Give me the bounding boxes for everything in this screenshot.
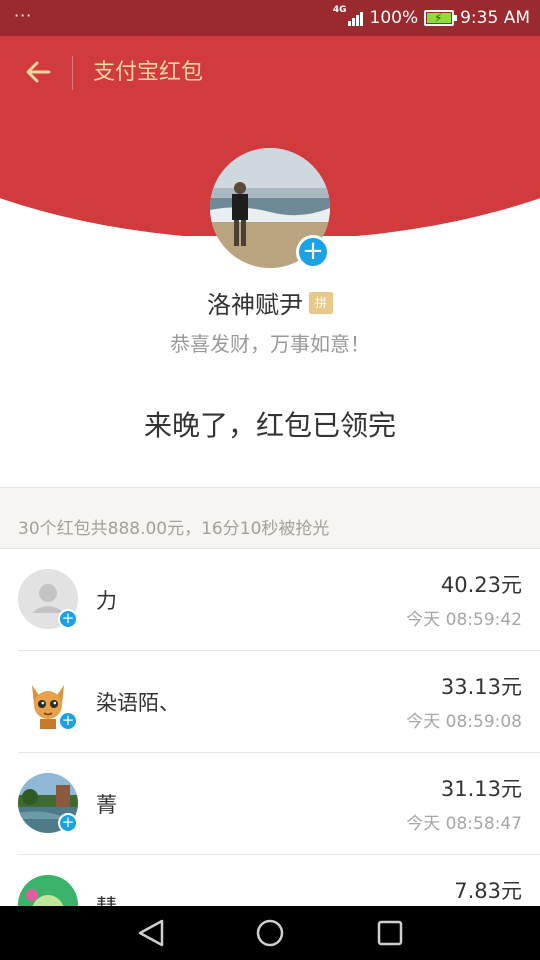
- pinyin-badge: 拼: [309, 291, 333, 314]
- recipient-time: 今天 08:59:08: [406, 712, 522, 732]
- recipient-name: 菁: [96, 793, 117, 817]
- recipient-time: 今天 08:58:47: [406, 814, 522, 834]
- add-friend-icon[interactable]: +: [58, 609, 78, 629]
- list-item[interactable]: + 菁 31.13元 今天 08:58:47: [0, 753, 540, 855]
- recipient-name: 力: [96, 589, 117, 613]
- battery-percent: 100%: [369, 8, 419, 28]
- add-friend-icon[interactable]: +: [58, 813, 78, 833]
- recipient-amount: 40.23元: [440, 573, 522, 597]
- sender-name: 洛神赋尹: [207, 291, 303, 319]
- list-item[interactable]: + 染语陌、 33.13元 今天 08:59:08: [0, 651, 540, 753]
- status-message: 来晚了，红包已领完: [143, 409, 396, 442]
- home-nav-button[interactable]: [250, 918, 290, 948]
- add-friend-button[interactable]: +: [296, 235, 330, 269]
- status-indicators: 4G 100% ⚡ 9:35 AM: [332, 5, 530, 28]
- recipient-amount: 31.13元: [440, 777, 522, 801]
- page-title: 支付宝红包: [93, 60, 204, 85]
- summary-text: 30个红包共888.00元，16分10秒被抢光: [18, 519, 330, 539]
- back-button[interactable]: [18, 50, 58, 94]
- list-item[interactable]: + 力 40.23元 今天 08:59:42: [0, 549, 540, 651]
- triangle-back-icon: [138, 919, 164, 947]
- add-friend-icon[interactable]: +: [58, 711, 78, 731]
- recipient-amount: 7.83元: [454, 879, 522, 903]
- battery-icon: ⚡: [424, 10, 458, 26]
- header-divider: [72, 56, 73, 90]
- summary-bar: 30个红包共888.00元，16分10秒被抢光: [0, 487, 540, 549]
- signal-icon: [347, 10, 364, 26]
- sender-name-row: 洛神赋尹 拼: [0, 285, 540, 320]
- recipient-time: 今天 08:59:42: [406, 610, 522, 630]
- circle-home-icon: [256, 919, 284, 947]
- notification-dots: ···: [14, 6, 33, 25]
- network-type: 4G: [332, 5, 347, 15]
- navigation-bar: [0, 906, 540, 960]
- clock: 9:35 AM: [460, 8, 530, 28]
- square-recents-icon: [377, 920, 403, 946]
- back-nav-button[interactable]: [132, 918, 172, 948]
- recents-nav-button[interactable]: [370, 918, 410, 948]
- recipient-amount: 33.13元: [440, 675, 522, 699]
- blessing-text: 恭喜发财，万事如意！: [170, 332, 370, 356]
- status-bar: ··· 4G 100% ⚡ 9:35 AM: [0, 0, 540, 36]
- recipient-name: 染语陌、: [96, 691, 180, 715]
- arrow-left-icon: [26, 61, 51, 83]
